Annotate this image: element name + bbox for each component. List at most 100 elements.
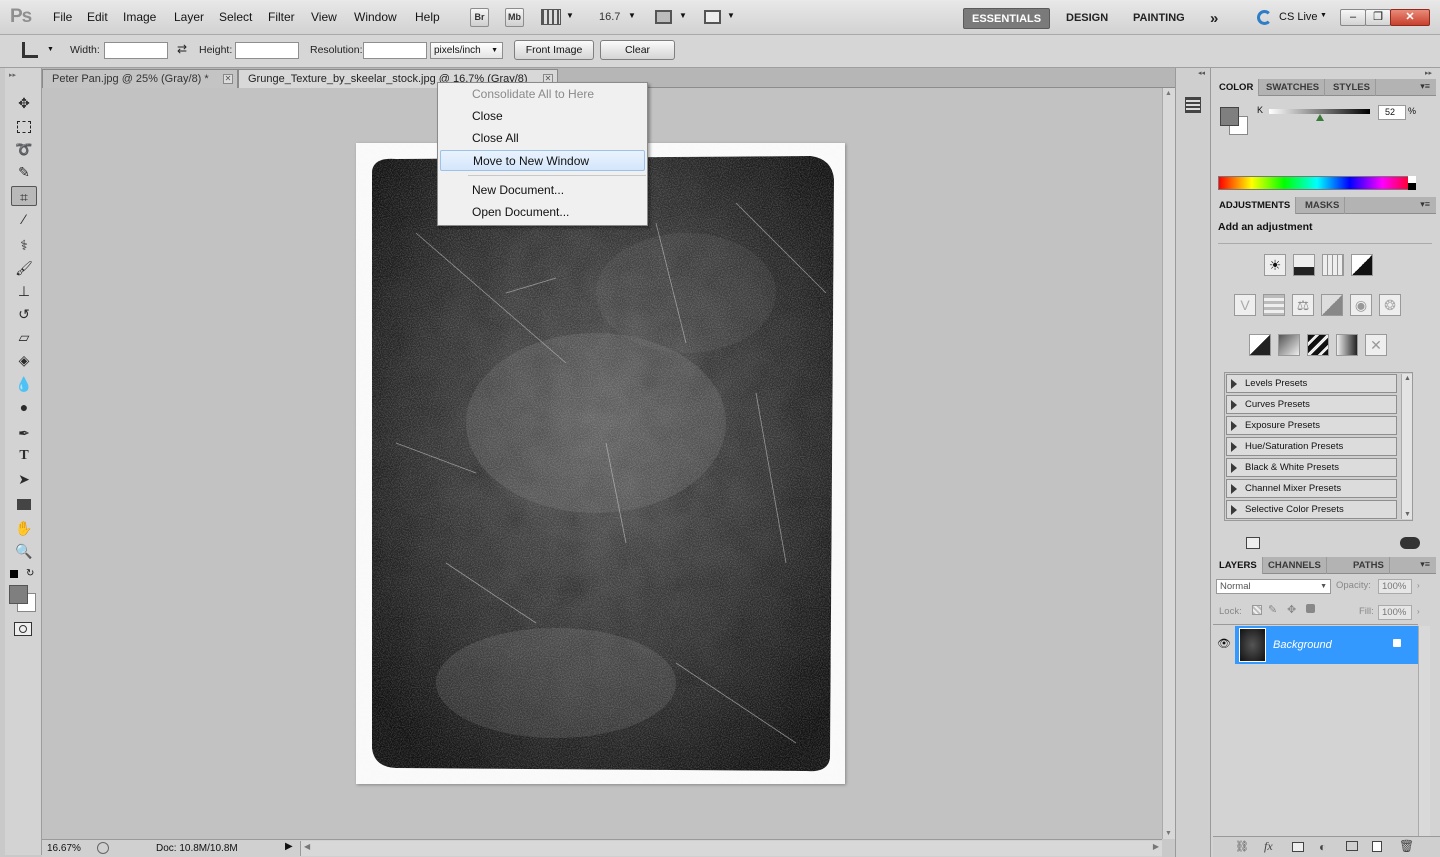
color-fg-swatch[interactable]	[1220, 107, 1239, 126]
blend-mode-select[interactable]: Normal ▼	[1216, 579, 1331, 594]
menu-item-open-document[interactable]: Open Document...	[440, 202, 645, 223]
posterize-icon[interactable]	[1278, 334, 1300, 356]
zoom-tool-icon[interactable]: 🔍	[11, 541, 37, 561]
toolbox-collapse-icon[interactable]: ▸▸	[9, 71, 16, 79]
lock-position-icon[interactable]: ✥	[1287, 603, 1296, 616]
tab-masks[interactable]: MASKS	[1300, 197, 1346, 214]
tab-close-icon[interactable]: ✕	[223, 74, 233, 84]
tool-preset-dropdown-icon[interactable]: ▼	[47, 46, 54, 53]
k-value-input[interactable]: 52	[1378, 105, 1406, 120]
type-tool-icon[interactable]: T	[11, 446, 37, 466]
add-mask-icon[interactable]	[1292, 842, 1304, 852]
menu-view[interactable]: View	[311, 10, 337, 24]
fill-input[interactable]: 100%	[1378, 605, 1412, 620]
delete-layer-icon[interactable]: 🗑	[1399, 839, 1414, 853]
status-menu-arrow-icon[interactable]: ▶	[285, 841, 293, 852]
color-balance-icon[interactable]: ⚖	[1292, 294, 1314, 316]
swap-colors-icon[interactable]: ↻	[26, 568, 34, 579]
color-spectrum-bar[interactable]	[1218, 176, 1416, 190]
blur-tool-icon[interactable]: 💧	[11, 374, 37, 394]
default-colors-icon[interactable]	[10, 570, 18, 578]
menu-filter[interactable]: Filter	[268, 10, 295, 24]
rectangle-tool-icon[interactable]	[11, 493, 37, 513]
scroll-up-icon[interactable]: ▲	[1165, 90, 1172, 97]
lock-all-icon[interactable]	[1306, 604, 1315, 613]
adjustment-layer-icon[interactable]: ◐	[1319, 840, 1326, 854]
horizontal-scrollbar[interactable]: ◀ ▶	[300, 841, 1162, 856]
dodge-tool-icon[interactable]: ●	[11, 397, 37, 417]
view-extras-arrow-icon[interactable]: ▼	[566, 11, 574, 20]
clone-stamp-tool-icon[interactable]: ⊥	[11, 281, 37, 301]
clear-button[interactable]: Clear	[600, 40, 675, 60]
layer-name[interactable]: Background	[1273, 639, 1332, 651]
tab-styles[interactable]: STYLES	[1328, 79, 1376, 96]
new-layer-icon[interactable]	[1372, 841, 1382, 852]
brush-tool-icon[interactable]: 🖌	[11, 258, 37, 278]
menu-file[interactable]: File	[53, 10, 72, 24]
tab-peter-pan[interactable]: Peter Pan.jpg @ 25% (Gray/8) * ✕	[42, 69, 238, 88]
preset-curves[interactable]: Curves Presets	[1226, 395, 1397, 414]
preset-exposure[interactable]: Exposure Presets	[1226, 416, 1397, 435]
lock-pixels-icon[interactable]: ✎	[1268, 603, 1277, 616]
gradient-map-icon[interactable]	[1336, 334, 1358, 356]
screen-mode-icon[interactable]	[704, 10, 721, 24]
menu-item-close-all[interactable]: Close All	[440, 128, 645, 149]
fill-arrow-icon[interactable]: ›	[1417, 607, 1420, 616]
preset-black-white[interactable]: Black & White Presets	[1226, 458, 1397, 477]
opacity-arrow-icon[interactable]: ›	[1417, 581, 1420, 590]
swap-dimensions-icon[interactable]: ⇄	[177, 42, 187, 56]
preset-selective-color[interactable]: Selective Color Presets	[1226, 500, 1397, 519]
scroll-down-icon[interactable]: ▼	[1165, 830, 1172, 837]
document-image[interactable]	[356, 143, 845, 784]
workspace-design[interactable]: DESIGN	[1058, 8, 1116, 29]
levels-icon[interactable]	[1293, 254, 1315, 276]
pen-tool-icon[interactable]: ✒	[11, 423, 37, 443]
more-workspaces-icon[interactable]: »	[1202, 8, 1226, 29]
history-panel-icon[interactable]	[1185, 97, 1201, 113]
healing-brush-tool-icon[interactable]: ⚕	[11, 235, 37, 255]
path-selection-tool-icon[interactable]: ➤	[11, 469, 37, 489]
layer-row[interactable]: 👁 Background	[1213, 626, 1418, 664]
menu-layer[interactable]: Layer	[174, 10, 204, 24]
eraser-tool-icon[interactable]: ▱	[11, 327, 37, 347]
selective-color-icon[interactable]: ✕	[1365, 334, 1387, 356]
preset-levels[interactable]: Levels Presets	[1226, 374, 1397, 393]
cs-live-icon[interactable]	[1257, 10, 1272, 25]
tab-layers[interactable]: LAYERS	[1214, 557, 1263, 574]
menu-help[interactable]: Help	[415, 10, 440, 24]
presets-scrollbar[interactable]: ▲ ▼	[1401, 374, 1412, 519]
close-window-button[interactable]: ✕	[1390, 9, 1430, 26]
tab-adjustments[interactable]: ADJUSTMENTS	[1214, 197, 1297, 214]
new-group-icon[interactable]	[1346, 841, 1358, 851]
panel-menu-icon[interactable]: ▾≡	[1420, 199, 1430, 210]
dock-collapse-icon[interactable]: ◂◂	[1198, 69, 1205, 77]
return-to-list-icon[interactable]	[1246, 537, 1260, 549]
workspace-painting[interactable]: PAINTING	[1125, 8, 1193, 29]
menu-window[interactable]: Window	[354, 10, 397, 24]
eyedropper-tool-icon[interactable]: ⁄	[11, 209, 37, 229]
vibrance-icon[interactable]: V	[1234, 294, 1256, 316]
spectrum-bw-swatch[interactable]	[1408, 176, 1416, 190]
tab-color[interactable]: COLOR	[1214, 79, 1260, 96]
history-brush-tool-icon[interactable]: ↺	[11, 304, 37, 324]
workspace-essentials[interactable]: ESSENTIALS	[963, 8, 1051, 29]
menu-item-close[interactable]: Close	[440, 106, 645, 127]
k-slider-thumb[interactable]	[1316, 114, 1324, 121]
panel-menu-icon[interactable]: ▾≡	[1420, 559, 1430, 570]
height-input[interactable]	[235, 42, 299, 59]
zoom-percentage[interactable]: 16.67%	[47, 843, 81, 854]
arrange-documents-icon[interactable]	[655, 10, 672, 24]
restore-button[interactable]: ❐	[1365, 9, 1391, 26]
preset-hue-saturation[interactable]: Hue/Saturation Presets	[1226, 437, 1397, 456]
menu-item-move-to-new-window[interactable]: Move to New Window	[440, 150, 645, 171]
presets-scroll-down-icon[interactable]: ▼	[1404, 511, 1411, 518]
link-layers-icon[interactable]: ⛓	[1235, 840, 1249, 853]
opacity-input[interactable]: 100%	[1378, 579, 1412, 594]
resolution-input[interactable]	[363, 42, 427, 59]
brightness-contrast-icon[interactable]: ☀	[1264, 254, 1286, 276]
layer-visibility-eye-icon[interactable]: 👁	[1217, 637, 1231, 650]
black-white-icon[interactable]	[1321, 294, 1343, 316]
quick-selection-tool-icon[interactable]: ✎	[11, 162, 37, 182]
cs-live-dropdown-icon[interactable]: ▼	[1320, 12, 1327, 19]
tab-channels[interactable]: CHANNELS	[1263, 557, 1327, 574]
